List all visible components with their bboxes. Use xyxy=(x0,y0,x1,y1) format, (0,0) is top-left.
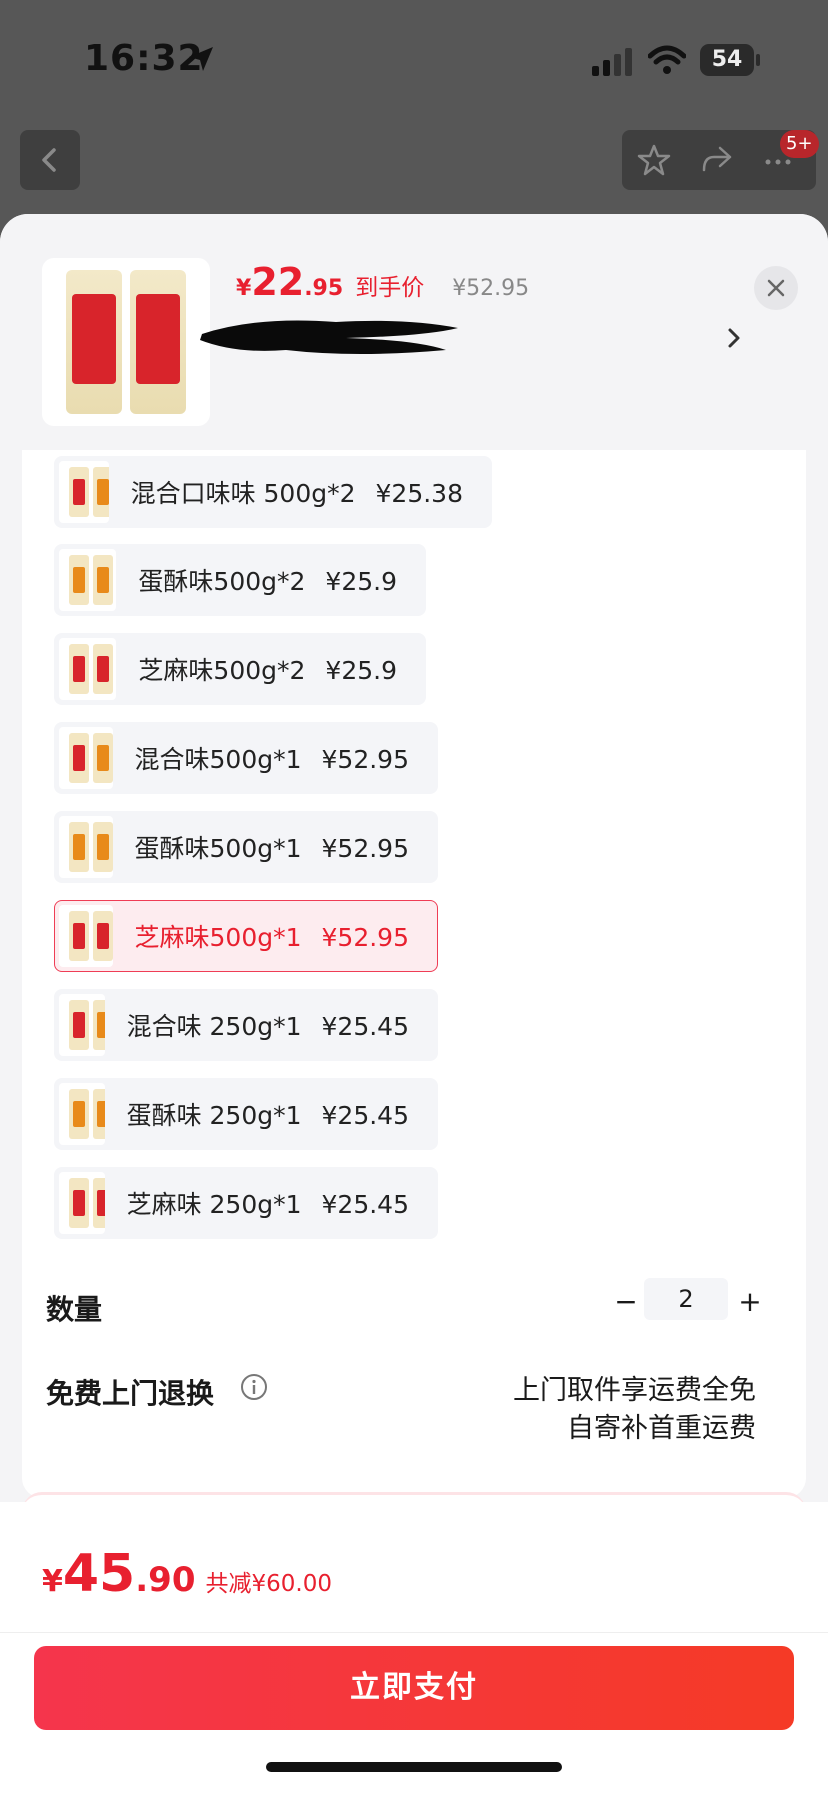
sku-option-thumbnail xyxy=(59,1172,105,1234)
price-integer: 22 xyxy=(251,260,305,304)
sku-option-label: 混合口味味 500g*2 ¥25.38 xyxy=(131,474,491,510)
sku-option-thumbnail xyxy=(59,549,117,611)
price-row: ¥ 22 .95 到手价 ¥52.95 xyxy=(236,260,529,310)
status-bar: 16:32 54 xyxy=(0,0,828,120)
sku-option-label: 蛋酥味 250g*1 ¥25.45 xyxy=(127,1096,437,1132)
product-bag-image xyxy=(66,270,122,414)
original-price: ¥52.95 xyxy=(452,276,530,301)
total-price-row: ¥ 45 .90 共减¥60.00 xyxy=(42,1544,332,1604)
notification-badge: 5+ xyxy=(780,130,819,158)
wifi-icon xyxy=(648,45,686,74)
home-indicator xyxy=(266,1762,562,1772)
divider xyxy=(0,1632,828,1633)
free-return-label: 免费上门退换 xyxy=(46,1377,215,1410)
sku-option-thumbnail xyxy=(59,638,117,700)
sku-option-name: 芝麻味500g*1 xyxy=(134,923,302,952)
product-header: ¥ 22 .95 到手价 ¥52.95 xyxy=(0,214,828,450)
options-card: 混合口味味 500g*2 ¥25.38 蛋酥味500g*2 ¥25.9 芝麻味500g*… xyxy=(22,450,806,1498)
sku-option[interactable]: 混合味500g*1 ¥52.95 xyxy=(54,722,438,794)
sku-option-thumbnail xyxy=(59,905,113,967)
return-info-line-2: 自寄补首重运费 xyxy=(567,1413,756,1444)
sku-option-thumbnail xyxy=(59,727,113,789)
sku-option-name: 混合口味味 500g*2 xyxy=(130,479,356,508)
sku-option-price: ¥25.45 xyxy=(321,1190,409,1219)
quantity-increment-button[interactable]: + xyxy=(734,1282,766,1322)
star-icon[interactable] xyxy=(636,142,672,178)
sku-option[interactable]: 混合口味味 500g*2 ¥25.38 xyxy=(54,456,492,528)
sku-option[interactable]: 芝麻味 250g*1 ¥25.45 xyxy=(54,1167,438,1239)
sku-option-price: ¥25.9 xyxy=(325,567,397,596)
total-integer: 45 xyxy=(62,1544,136,1604)
sku-option-label: 混合味500g*1 ¥52.95 xyxy=(135,740,437,776)
sku-option-label: 芝麻味500g*2 ¥25.9 xyxy=(138,651,425,687)
share-icon[interactable] xyxy=(698,142,734,178)
sku-option-name: 芝麻味 250g*1 xyxy=(126,1190,302,1219)
sku-option-name: 混合味500g*1 xyxy=(134,745,302,774)
total-currency: ¥ xyxy=(42,1564,63,1599)
sku-option-price: ¥25.9 xyxy=(325,656,397,685)
sku-option-price: ¥52.95 xyxy=(321,834,409,863)
battery-tip xyxy=(756,54,760,66)
sku-option-name: 蛋酥味 250g*1 xyxy=(126,1101,302,1130)
quantity-input[interactable]: 2 xyxy=(644,1278,728,1320)
pay-now-button[interactable]: 立即支付 xyxy=(34,1646,794,1730)
sku-option-price: ¥25.38 xyxy=(375,479,463,508)
sku-option-price: ¥52.95 xyxy=(321,745,409,774)
sku-option-name: 蛋酥味500g*2 xyxy=(138,567,306,596)
total-decimal: .90 xyxy=(135,1560,196,1600)
sku-option-name: 蛋酥味500g*1 xyxy=(134,834,302,863)
sku-option-price: ¥25.45 xyxy=(321,1012,409,1041)
sku-option-price: ¥52.95 xyxy=(321,923,409,952)
sku-option[interactable]: 蛋酥味500g*1 ¥52.95 xyxy=(54,811,438,883)
close-button[interactable] xyxy=(754,266,798,310)
sku-option-thumbnail xyxy=(59,816,113,878)
close-icon xyxy=(767,279,785,297)
quantity-label: 数量 xyxy=(46,1293,103,1326)
price-currency: ¥ xyxy=(236,276,252,301)
chevron-right-icon[interactable] xyxy=(722,322,746,354)
location-arrow-icon xyxy=(189,47,213,71)
sku-option-name: 芝麻味500g*2 xyxy=(138,656,306,685)
product-bag-image xyxy=(130,270,186,414)
sku-option-thumbnail xyxy=(59,1083,105,1145)
discount-text: 共减¥60.00 xyxy=(205,1571,332,1597)
sku-option[interactable]: 混合味 250g*1 ¥25.45 xyxy=(54,989,438,1061)
quantity-decrement-button[interactable]: − xyxy=(610,1282,642,1322)
sku-option-label: 芝麻味500g*1 ¥52.95 xyxy=(135,918,437,954)
battery-indicator: 54 xyxy=(700,44,754,76)
info-icon[interactable] xyxy=(240,1373,268,1401)
sku-bottom-sheet: ¥ 22 .95 到手价 ¥52.95 混合口味味 500g*2 ¥25.38 蛋酥… xyxy=(0,214,828,1796)
signal-icon xyxy=(592,48,632,76)
price-tag-label: 到手价 xyxy=(355,275,425,301)
return-info-line-1: 上门取件享运费全免 xyxy=(513,1375,756,1406)
product-thumbnail xyxy=(42,258,210,426)
sku-option-label: 蛋酥味500g*1 ¥52.95 xyxy=(135,829,437,865)
sku-option-thumbnail xyxy=(59,461,109,523)
sku-option-label: 芝麻味 250g*1 ¥25.45 xyxy=(127,1185,437,1221)
sku-option[interactable]: 芝麻味500g*2 ¥25.9 xyxy=(54,633,426,705)
sku-option-price: ¥25.45 xyxy=(321,1101,409,1130)
price-decimal: .95 xyxy=(304,276,344,301)
chevron-left-icon xyxy=(42,148,56,172)
sku-option[interactable]: 蛋酥味500g*2 ¥25.9 xyxy=(54,544,426,616)
sku-option-thumbnail xyxy=(59,994,105,1056)
sku-option[interactable]: 蛋酥味 250g*1 ¥25.45 xyxy=(54,1078,438,1150)
redacted-product-title xyxy=(200,320,458,354)
checkout-bar: ¥ 45 .90 共减¥60.00 立即支付 xyxy=(0,1502,828,1796)
sku-option-label: 蛋酥味500g*2 ¥25.9 xyxy=(138,562,425,598)
sku-option-label: 混合味 250g*1 ¥25.45 xyxy=(127,1007,437,1043)
back-button[interactable] xyxy=(20,130,80,190)
sku-option-name: 混合味 250g*1 xyxy=(126,1012,302,1041)
sku-option[interactable]: 芝麻味500g*1 ¥52.95 xyxy=(54,900,438,972)
